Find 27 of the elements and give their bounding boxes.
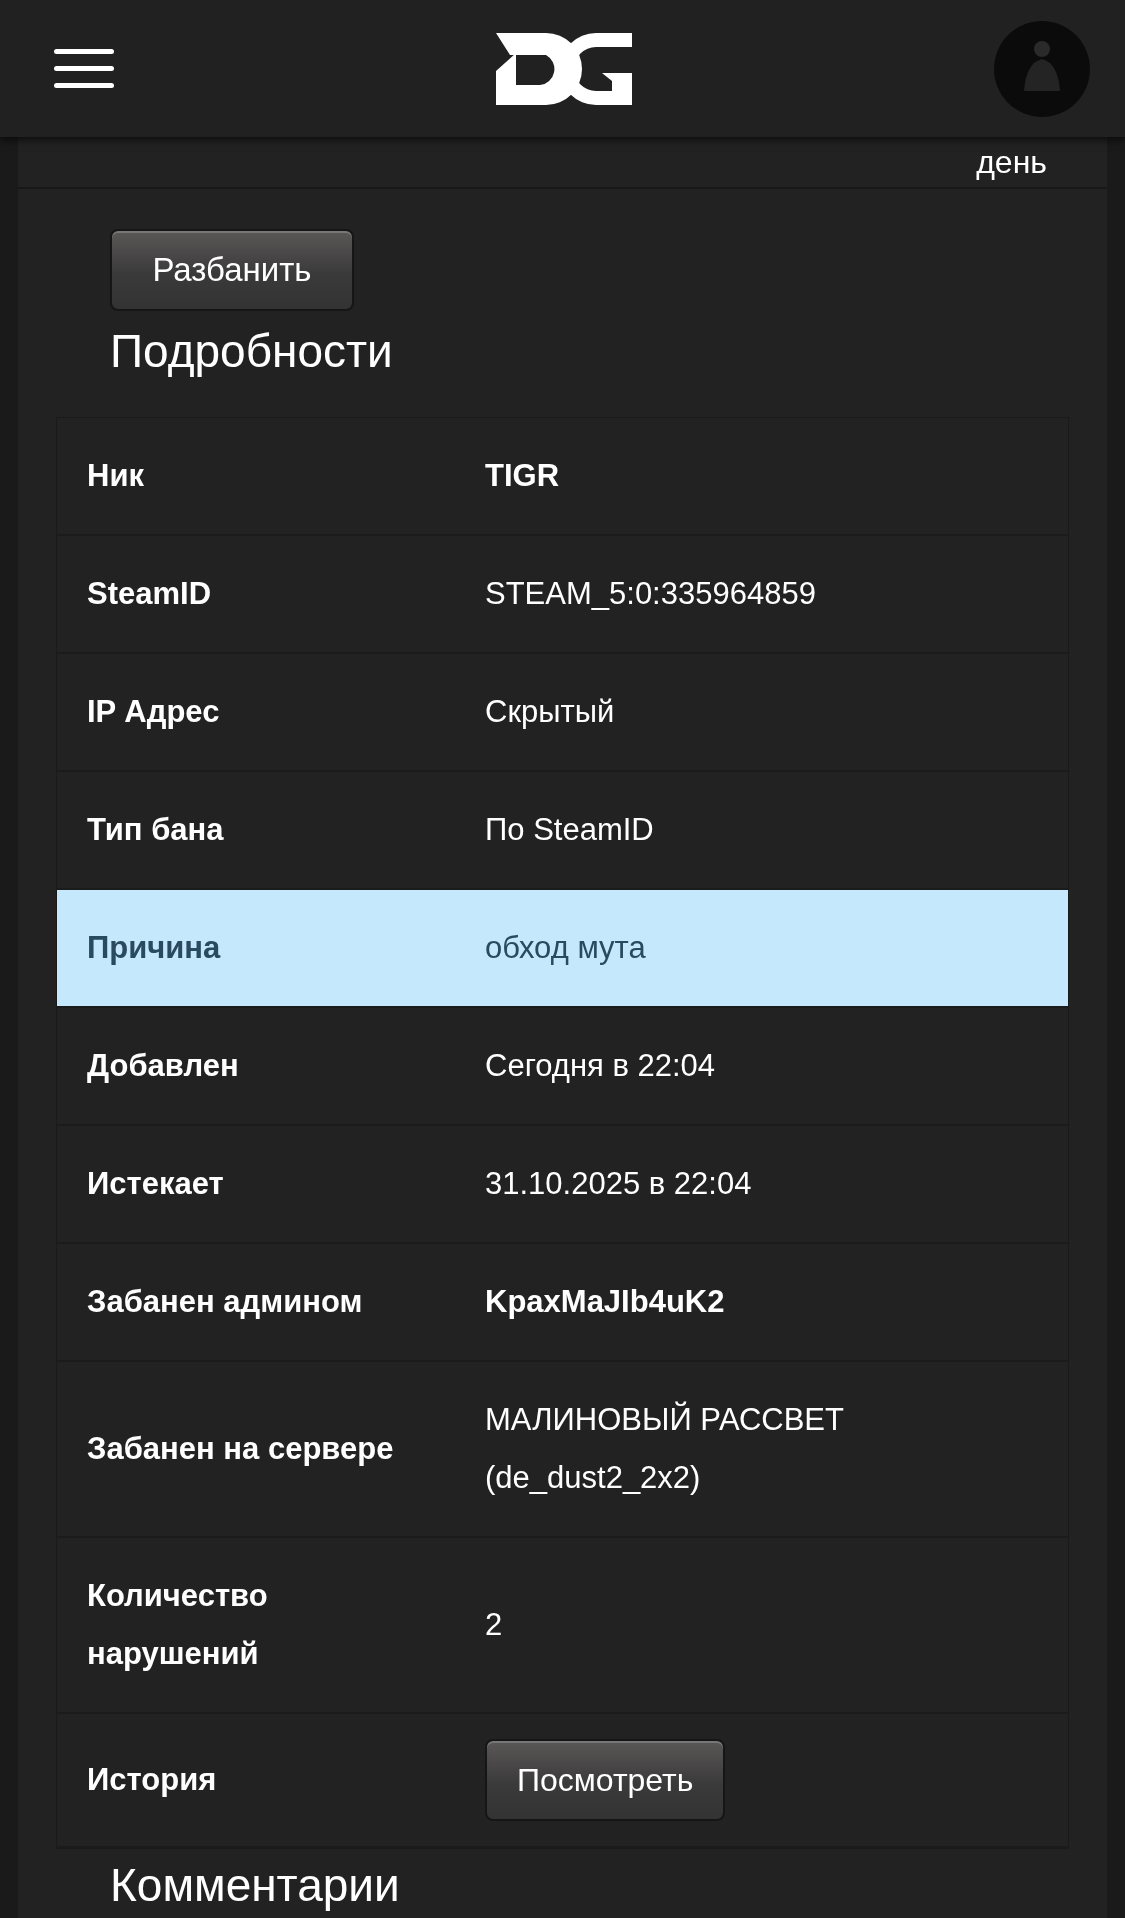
row-value: 31.10.2025 в 22:04 [485, 1165, 752, 1203]
row-value: Сегодня в 22:04 [485, 1047, 716, 1085]
view-button[interactable]: Посмотреть [485, 1739, 726, 1821]
row-label: Ник [87, 457, 145, 495]
row-value: Скрытый [485, 693, 615, 731]
row-label: История [87, 1761, 218, 1799]
row-label: Добавлен [87, 1047, 240, 1085]
row-value: KpaxMaJIb4uK2 [485, 1283, 725, 1321]
row-value: TIGR [485, 457, 560, 495]
row-label: Причина [87, 929, 222, 967]
row-label: Забанен на сервере [87, 1430, 395, 1468]
section-heading: Подробности [110, 324, 394, 379]
row-label: Тип бана [87, 811, 225, 849]
logo-icon[interactable] [496, 32, 632, 105]
unban-button[interactable]: Разбанить [110, 229, 354, 311]
row-value: обход мута [485, 929, 646, 967]
row-label: Забанен админом [87, 1283, 364, 1321]
row-value: МАЛИНОВЫЙ РАССВЕТ (de_dust2_2x2) [485, 1400, 845, 1497]
row-label: SteamID [87, 575, 213, 613]
row-value: STEAM_5:0:335964859 [485, 575, 816, 613]
section-heading: Комментарии [110, 1858, 401, 1913]
row-label: Количество нарушений [87, 1577, 269, 1673]
menu-icon[interactable] [54, 46, 114, 91]
row-value: По SteamID [485, 811, 654, 849]
row-label: IP Адрес [87, 693, 221, 731]
row-value: 2 [485, 1606, 503, 1644]
row-label: Истекает [87, 1165, 225, 1203]
